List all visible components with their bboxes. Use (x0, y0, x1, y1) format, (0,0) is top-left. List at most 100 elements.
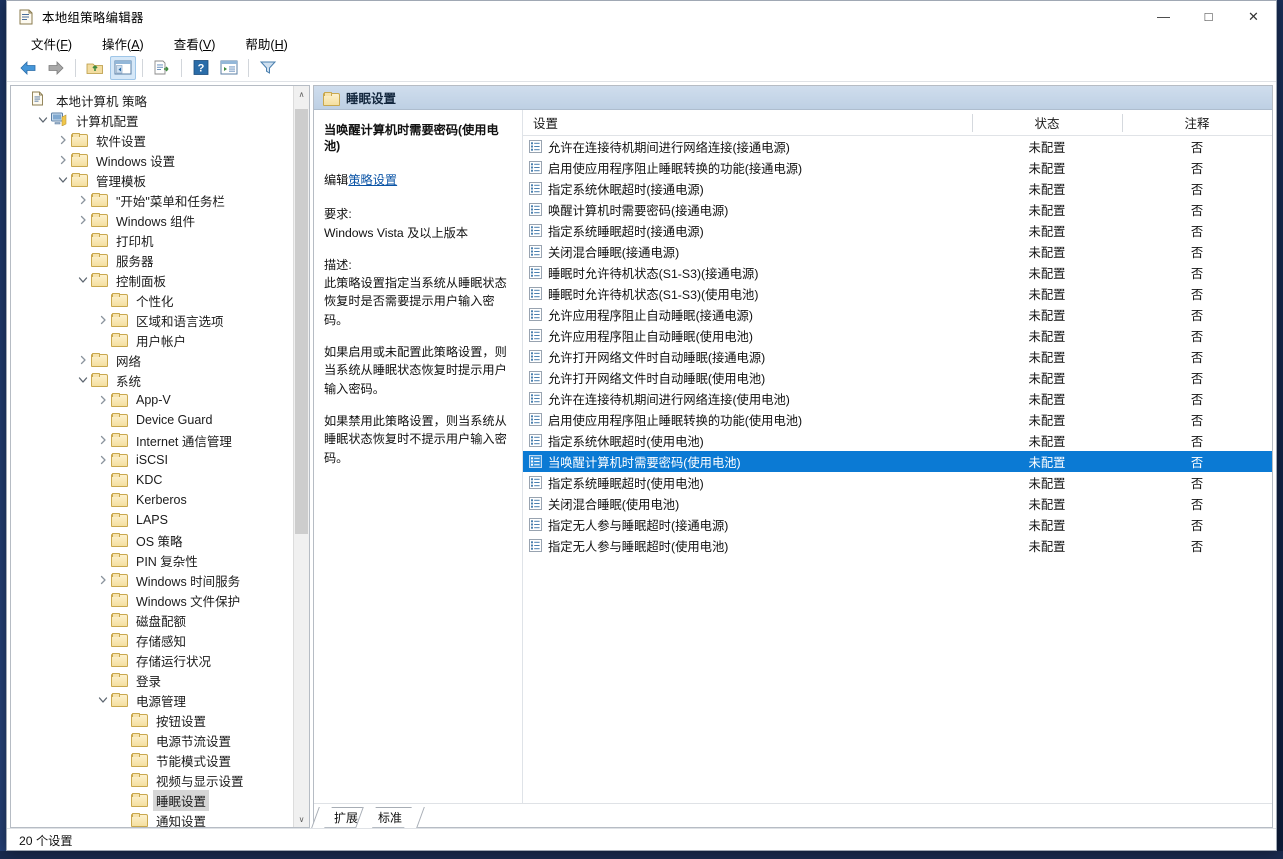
tree-vertical-scrollbar[interactable]: ∧ ∨ (293, 86, 309, 827)
policy-row[interactable]: 指定系统睡眠超时(使用电池) 未配置 否 (523, 472, 1272, 493)
tree-item-存储感知[interactable]: 存储感知 (11, 630, 293, 650)
help-icon[interactable]: ? (188, 56, 214, 80)
tree-item-kerberos[interactable]: Kerberos (11, 490, 293, 510)
tree-scroll-track[interactable] (294, 102, 309, 811)
policy-row[interactable]: 指定系统睡眠超时(接通电源) 未配置 否 (523, 220, 1272, 241)
policy-row[interactable]: 指定系统休眠超时(使用电池) 未配置 否 (523, 430, 1272, 451)
tree-item-视频与显示设置[interactable]: 视频与显示设置 (11, 770, 293, 790)
tree-item-电源节流设置[interactable]: 电源节流设置 (11, 730, 293, 750)
back-icon[interactable] (15, 56, 41, 80)
policy-row[interactable]: 允许在连接待机期间进行网络连接(接通电源) 未配置 否 (523, 136, 1272, 157)
chevron-right-icon[interactable] (95, 435, 111, 445)
chevron-down-icon[interactable] (55, 175, 71, 185)
tab-standard[interactable]: 标准 (366, 807, 415, 827)
menu-view[interactable]: 查看(V) (172, 33, 218, 54)
show-hide-console-tree-icon[interactable] (110, 55, 136, 80)
menu-file[interactable]: 文件(F) (29, 33, 74, 54)
close-button[interactable]: ✕ (1231, 1, 1276, 32)
tree-item-软件设置[interactable]: 软件设置 (11, 130, 293, 150)
tree-item-网络[interactable]: 网络 (11, 350, 293, 370)
minimize-button[interactable]: — (1141, 1, 1186, 32)
chevron-right-icon[interactable] (75, 195, 91, 205)
tree-item-存储运行状况[interactable]: 存储运行状况 (11, 650, 293, 670)
tree-item-laps[interactable]: LAPS (11, 510, 293, 530)
tree-scroll-thumb[interactable] (295, 109, 308, 535)
scroll-up-arrow-icon[interactable]: ∧ (294, 86, 309, 102)
up-one-level-icon[interactable] (82, 56, 108, 80)
tree-item-磁盘配额[interactable]: 磁盘配额 (11, 610, 293, 630)
edit-policy-setting-link[interactable]: 策略设置 (348, 173, 397, 187)
console-tree: 本地计算机 策略 计算机配置 软件设置 Windows 设置 管理模板 "开始"菜单和任务… (11, 86, 293, 827)
policy-row[interactable]: 允许在连接待机期间进行网络连接(使用电池) 未配置 否 (523, 388, 1272, 409)
scroll-down-arrow-icon[interactable]: ∨ (294, 811, 309, 827)
tree-item-节能模式设置[interactable]: 节能模式设置 (11, 750, 293, 770)
chevron-right-icon[interactable] (95, 575, 111, 585)
folder-icon (111, 652, 129, 668)
forward-icon[interactable] (43, 56, 69, 80)
tree-item-管理模板[interactable]: 管理模板 (11, 170, 293, 190)
tree-item-区域和语言选项[interactable]: 区域和语言选项 (11, 310, 293, 330)
policy-row[interactable]: 指定无人参与睡眠超时(使用电池) 未配置 否 (523, 535, 1272, 556)
chevron-down-icon[interactable] (75, 375, 91, 385)
tree-item-本地计算机-策略[interactable]: 本地计算机 策略 (11, 90, 293, 110)
chevron-right-icon[interactable] (95, 315, 111, 325)
chevron-right-icon[interactable] (95, 455, 111, 465)
tree-item-windows-时间服务[interactable]: Windows 时间服务 (11, 570, 293, 590)
maximize-button[interactable]: □ (1186, 1, 1231, 32)
policy-row[interactable]: 允许打开网络文件时自动睡眠(使用电池) 未配置 否 (523, 367, 1272, 388)
tree-item-用户帐户[interactable]: 用户帐户 (11, 330, 293, 350)
column-header-note[interactable]: 注释 (1122, 110, 1272, 136)
policy-row[interactable]: 允许打开网络文件时自动睡眠(接通电源) 未配置 否 (523, 346, 1272, 367)
tree-item-os-策略[interactable]: OS 策略 (11, 530, 293, 550)
policy-row[interactable]: 启用使应用程序阻止睡眠转换的功能(接通电源) 未配置 否 (523, 157, 1272, 178)
policy-row[interactable]: 当唤醒计算机时需要密码(使用电池) 未配置 否 (523, 451, 1272, 472)
chevron-right-icon[interactable] (95, 395, 111, 405)
tree-item-kdc[interactable]: KDC (11, 470, 293, 490)
menu-help[interactable]: 帮助(H) (243, 33, 289, 54)
tree-item-登录[interactable]: 登录 (11, 670, 293, 690)
tree-item-windows-设置[interactable]: Windows 设置 (11, 150, 293, 170)
tree-item-iscsi[interactable]: iSCSI (11, 450, 293, 470)
tree-item-internet-通信管理[interactable]: Internet 通信管理 (11, 430, 293, 450)
chevron-down-icon[interactable] (35, 115, 51, 125)
policy-row[interactable]: 关闭混合睡眠(使用电池) 未配置 否 (523, 493, 1272, 514)
chevron-right-icon[interactable] (55, 155, 71, 165)
tree-item-通知设置[interactable]: 通知设置 (11, 810, 293, 827)
tree-item-app-v[interactable]: App-V (11, 390, 293, 410)
menu-action[interactable]: 操作(A) (100, 33, 146, 54)
tree-item-控制面板[interactable]: 控制面板 (11, 270, 293, 290)
policy-row[interactable]: 关闭混合睡眠(接通电源) 未配置 否 (523, 241, 1272, 262)
tree-item-开始菜单和任务栏[interactable]: "开始"菜单和任务栏 (11, 190, 293, 210)
view-icon[interactable] (216, 56, 242, 80)
export-list-icon[interactable] (149, 56, 175, 80)
column-header-setting[interactable]: 设置 (523, 110, 972, 136)
policy-row[interactable]: 指定系统休眠超时(接通电源) 未配置 否 (523, 178, 1272, 199)
chevron-right-icon[interactable] (75, 355, 91, 365)
policy-row[interactable]: 启用使应用程序阻止睡眠转换的功能(使用电池) 未配置 否 (523, 409, 1272, 430)
policy-row-note: 否 (1190, 518, 1204, 533)
policy-row[interactable]: 睡眠时允许待机状态(S1-S3)(接通电源) 未配置 否 (523, 262, 1272, 283)
tree-item-个性化[interactable]: 个性化 (11, 290, 293, 310)
chevron-right-icon[interactable] (55, 135, 71, 145)
tree-item-pin-复杂性[interactable]: PIN 复杂性 (11, 550, 293, 570)
chevron-down-icon[interactable] (95, 695, 111, 705)
chevron-right-icon[interactable] (75, 215, 91, 225)
column-header-state[interactable]: 状态 (972, 110, 1122, 136)
tree-item-打印机[interactable]: 打印机 (11, 230, 293, 250)
tree-item-睡眠设置[interactable]: 睡眠设置 (11, 789, 293, 811)
chevron-down-icon[interactable] (75, 275, 91, 285)
tree-item-系统[interactable]: 系统 (11, 370, 293, 390)
tree-item-windows-组件[interactable]: Windows 组件 (11, 210, 293, 230)
policy-row[interactable]: 允许应用程序阻止自动睡眠(使用电池) 未配置 否 (523, 325, 1272, 346)
tree-item-计算机配置[interactable]: 计算机配置 (11, 110, 293, 130)
tree-item-服务器[interactable]: 服务器 (11, 250, 293, 270)
policy-row[interactable]: 允许应用程序阻止自动睡眠(接通电源) 未配置 否 (523, 304, 1272, 325)
tree-item-windows-文件保护[interactable]: Windows 文件保护 (11, 590, 293, 610)
policy-row[interactable]: 唤醒计算机时需要密码(接通电源) 未配置 否 (523, 199, 1272, 220)
policy-row[interactable]: 睡眠时允许待机状态(S1-S3)(使用电池) 未配置 否 (523, 283, 1272, 304)
tree-item-device-guard[interactable]: Device Guard (11, 410, 293, 430)
policy-row[interactable]: 指定无人参与睡眠超时(接通电源) 未配置 否 (523, 514, 1272, 535)
filter-icon[interactable] (255, 56, 281, 80)
tree-item-按钮设置[interactable]: 按钮设置 (11, 710, 293, 730)
tree-item-电源管理[interactable]: 电源管理 (11, 690, 293, 710)
